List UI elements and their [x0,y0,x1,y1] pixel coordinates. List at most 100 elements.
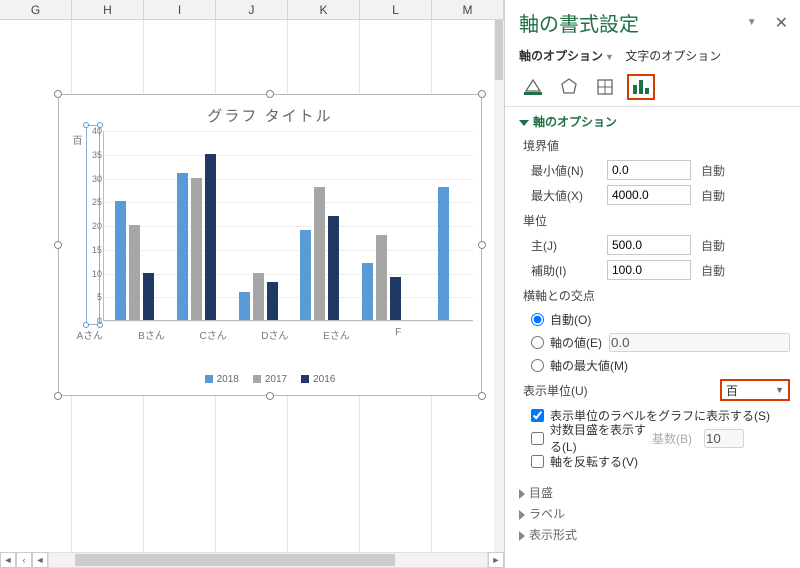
col-header[interactable]: I [144,0,216,19]
scroll-right[interactable]: ► [488,552,504,568]
col-header[interactable]: G [0,0,72,19]
effects-icon[interactable] [555,74,583,100]
tab-text-options[interactable]: 文字のオプション [625,49,721,63]
legend-item[interactable]: 2018 [205,374,239,385]
horizontal-scrollbar[interactable]: ◄ ‹ ◄ ► [0,552,504,568]
units-label: 単位 [519,212,607,229]
chart-object[interactable]: グラフ タイトル 百 0510152025303540 2018 2017 20… [58,94,482,396]
log-scale-checkbox[interactable] [531,432,544,445]
resize-handle[interactable] [54,392,62,400]
scroll-thumb[interactable] [75,554,395,566]
bar-group[interactable] [111,201,159,320]
legend-item[interactable]: 2017 [253,374,287,385]
bar[interactable] [205,154,216,320]
bar-group[interactable] [358,235,406,321]
resize-handle[interactable] [54,90,62,98]
resize-handle[interactable] [478,392,486,400]
major-unit-input[interactable] [607,235,691,255]
bar[interactable] [376,235,387,321]
resize-handle[interactable] [266,392,274,400]
display-units-dropdown[interactable]: 百▼ [720,379,790,401]
plot-area[interactable]: 0510152025303540 [103,131,473,321]
col-header[interactable]: M [432,0,504,19]
reverse-axis-label: 軸を反転する(V) [550,453,638,470]
y-tick: 20 [86,221,102,231]
y-tick: 5 [86,292,102,302]
bar[interactable] [115,201,126,320]
legend[interactable]: 2018 2017 2016 [59,374,481,385]
cross-auto-radio[interactable] [531,313,544,326]
section-ticks[interactable]: 目盛 [519,484,790,501]
y-tick: 40 [86,126,102,136]
log-base-input [704,429,744,448]
y-tick: 0 [86,316,102,326]
sheet-nav-prev[interactable]: ‹ [16,552,32,568]
size-properties-icon[interactable] [591,74,619,100]
category-label: Aさん [66,327,114,342]
bar[interactable] [390,277,401,320]
bar[interactable] [177,173,188,320]
category-label: Dさん [251,327,299,342]
y-tick: 25 [86,197,102,207]
bar[interactable] [239,292,250,321]
bar[interactable] [267,282,278,320]
bar-group[interactable] [419,187,467,320]
bar[interactable] [438,187,449,320]
column-headers: G H I J K L M [0,0,504,20]
log-base-label: 基数(B) [652,430,692,447]
y-tick: 15 [86,245,102,255]
resize-handle[interactable] [266,90,274,98]
bar-group[interactable] [296,187,344,320]
pane-menu-dropdown[interactable]: ▼ [747,17,757,28]
cross-label: 横軸との交点 [519,287,607,304]
tab-axis-options[interactable]: 軸のオプション [519,49,603,63]
close-icon[interactable]: ✕ [773,13,790,33]
show-unit-label-checkbox[interactable] [531,409,544,422]
bar[interactable] [314,187,325,320]
format-axis-pane: 軸の書式設定 ▼ ✕ 軸のオプション▼ 文字のオプション 軸のオプション 境界値… [504,0,800,568]
section-axis-options[interactable]: 軸のオプション [519,113,790,130]
resize-handle[interactable] [478,90,486,98]
scroll-left[interactable]: ◄ [32,552,48,568]
bar[interactable] [143,273,154,321]
min-input[interactable] [607,160,691,180]
bar[interactable] [300,230,311,320]
col-header[interactable]: L [360,0,432,19]
col-header[interactable]: H [72,0,144,19]
fill-line-icon[interactable] [519,74,547,100]
min-label: 最小値(N) [519,162,607,179]
resize-handle[interactable] [478,241,486,249]
minor-unit-label: 補助(I) [519,262,607,279]
auto-label: 自動 [701,237,725,254]
display-units-label: 表示単位(U) [523,382,720,399]
y-tick: 10 [86,269,102,279]
section-labels[interactable]: ラベル [519,505,790,522]
bar-group[interactable] [234,273,282,321]
cross-value-radio[interactable] [531,336,544,349]
bar[interactable] [191,178,202,321]
vertical-scrollbar[interactable] [494,20,504,552]
bar-group[interactable] [173,154,221,320]
max-label: 最大値(X) [519,187,607,204]
category-label: Bさん [128,327,176,342]
minor-unit-input[interactable] [607,260,691,280]
max-input[interactable] [607,185,691,205]
y-tick: 30 [86,174,102,184]
section-number-format[interactable]: 表示形式 [519,526,790,543]
bar[interactable] [362,263,373,320]
bar[interactable] [253,273,264,321]
resize-handle[interactable] [54,241,62,249]
bar[interactable] [129,225,140,320]
col-header[interactable]: J [216,0,288,19]
sheet-nav-first[interactable]: ◄ [0,552,16,568]
bar[interactable] [328,216,339,321]
reverse-axis-checkbox[interactable] [531,455,544,468]
col-header[interactable]: K [288,0,360,19]
spreadsheet-area: G H I J K L M グラフ タイトル 百 051015202530354… [0,0,504,568]
axis-unit-label[interactable]: 百 [69,135,83,145]
chart-title[interactable]: グラフ タイトル [59,95,481,128]
cross-max-radio[interactable] [531,359,544,372]
cross-auto-label: 自動(O) [550,311,591,328]
axis-options-icon[interactable] [627,74,655,100]
legend-item[interactable]: 2016 [301,374,335,385]
